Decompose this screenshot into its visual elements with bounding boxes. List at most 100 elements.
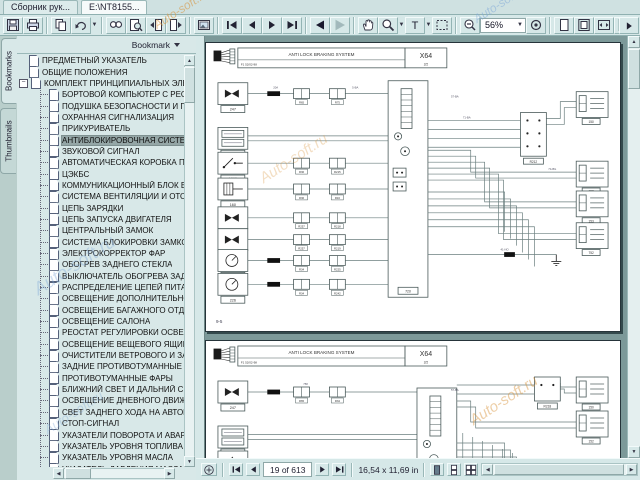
textsel-dropdown-arrow[interactable]: ▼	[425, 17, 432, 34]
page-icon	[49, 179, 59, 191]
bookmarks-vertical-scrollbar[interactable]	[184, 55, 195, 467]
print-button[interactable]	[23, 17, 43, 34]
navfirst-button[interactable]	[222, 17, 242, 34]
bookmark-item[interactable]: ЦЭКБС	[17, 168, 184, 179]
pageprev-button[interactable]	[146, 17, 166, 34]
pagefit-button[interactable]	[574, 17, 594, 34]
bookmark-item[interactable]: БОРТОВОЙ КОМПЬЮТЕР С РЕОС	[17, 89, 184, 100]
histback-button[interactable]	[310, 17, 330, 34]
imagetool-button[interactable]	[194, 17, 214, 34]
bookmark-item[interactable]: ЦЕПЬ ЗАРЯДКИ	[17, 202, 184, 213]
document-scroll-right-button[interactable]: ▶	[626, 464, 637, 475]
bookmark-item[interactable]: ПРОТИВОТУМАННЫЕ ФАРЫ	[17, 373, 184, 384]
continuous-layout-button[interactable]	[447, 463, 461, 476]
save-button[interactable]	[3, 17, 23, 34]
bookmarks-scroll-up-button[interactable]: ▲	[184, 55, 195, 66]
bookmark-item[interactable]: ОХРАННАЯ СИГНАЛИЗАЦИЯ	[17, 112, 184, 123]
pagenext-button[interactable]	[166, 17, 186, 34]
bookmarks-horizontal-scroll-thumb[interactable]	[65, 468, 91, 479]
bookmark-item[interactable]: ЭЛЕКТРОКОРРЕКТОР ФАР	[17, 248, 184, 259]
bookmark-item[interactable]: ОСВЕЩЕНИЕ ВЕЩЕВОГО ЯЩИКА	[17, 339, 184, 350]
bookmark-item[interactable]: УКАЗАТЕЛЬ УРОВНЯ МАСЛА	[17, 452, 184, 463]
bookmarks-panel-header[interactable]: Bookmark	[17, 36, 196, 54]
bookmark-item[interactable]: ОБЩИЕ ПОЛОЖЕНИЯ	[17, 66, 184, 77]
bookmark-item[interactable]: ОСВЕЩЕНИЕ САЛОНА	[17, 316, 184, 327]
side-tab-bookmarks[interactable]: Bookmarks	[1, 38, 17, 104]
bookmarks-scroll-right-button[interactable]: ▶	[164, 468, 175, 479]
page-mode-button[interactable]	[201, 463, 217, 476]
bookmark-item[interactable]: ПРЕДМЕТНЫЙ УКАЗАТЕЛЬ	[17, 55, 184, 66]
document-tab-0[interactable]: Сборник рук...	[3, 0, 78, 14]
bookmark-item[interactable]: ЦЕНТРАЛЬНЫЙ ЗАМОК	[17, 225, 184, 236]
bookmark-item[interactable]: СИСТЕМА ВЕНТИЛЯЦИИ И ОТОП	[17, 191, 184, 202]
copy-button[interactable]	[51, 17, 71, 34]
bookmark-item[interactable]: СИСТЕМА БЛОКИРОВКИ ЗАМКОВ	[17, 237, 184, 248]
document-horizontal-scroll-thumb[interactable]	[494, 464, 624, 475]
bookmark-item[interactable]: ОСВЕЩЕНИЕ ДНЕВНОГО ДВИЖЕ	[17, 395, 184, 406]
facing-layout-button[interactable]	[464, 463, 478, 476]
find-button[interactable]	[106, 17, 126, 34]
status-last-page-button[interactable]	[332, 463, 346, 476]
hand-button[interactable]	[358, 17, 378, 34]
pagewidth-button[interactable]	[594, 17, 614, 34]
bookmarks-vertical-scroll-thumb[interactable]	[184, 67, 195, 103]
zoom-level-combo[interactable]: 56%▼	[480, 18, 526, 33]
bookmark-item[interactable]: РЕОСТАТ РЕГУЛИРОВКИ ОСВЕЩ	[17, 327, 184, 338]
undo-button[interactable]	[71, 17, 91, 34]
zoomtarget-button[interactable]	[526, 17, 546, 34]
gfxsel-button[interactable]	[432, 17, 452, 34]
zoomtool-dropdown-arrow[interactable]: ▼	[398, 17, 405, 34]
bookmark-item[interactable]: ОСВЕЩЕНИЕ БАГАЖНОГО ОТДЕ.	[17, 305, 184, 316]
bookmark-item[interactable]: ОСВЕЩЕНИЕ ДОПОЛНИТЕЛЬНОГ	[17, 293, 184, 304]
bookmark-item[interactable]: ЗВУКОВОЙ СИГНАЛ	[17, 146, 184, 157]
side-tab-thumbnails[interactable]: Thumbnails	[0, 108, 16, 174]
bookmark-item[interactable]: РАСПРЕДЕЛЕНИЕ ЦЕПЕЙ ПИТАН	[17, 282, 184, 293]
navlast-button[interactable]	[282, 17, 302, 34]
bookmark-item[interactable]: АНТИБЛОКИРОВОЧНАЯ СИСТЕМА	[17, 134, 184, 145]
document-scroll-left-button[interactable]: ◀	[482, 464, 493, 475]
bookmark-item[interactable]: ОЧИСТИТЕЛИ ВЕТРОВОГО И ЗАД	[17, 350, 184, 361]
single-page-layout-button[interactable]	[430, 463, 444, 476]
search-button[interactable]	[126, 17, 146, 34]
bookmark-item[interactable]: БЛИЖНИЙ СВЕТ И ДАЛЬНИЙ СВЕ	[17, 384, 184, 395]
zoomtool-button[interactable]	[378, 17, 398, 34]
bookmark-item[interactable]: ЦЕПЬ ЗАПУСКА ДВИГАТЕЛЯ	[17, 214, 184, 225]
bookmarks-scroll-down-button[interactable]: ▼	[184, 456, 195, 467]
document-vertical-scroll-thumb[interactable]	[628, 49, 640, 89]
bookmark-item[interactable]: УКАЗАТЕЛЬ УРОВНЯ ТОПЛИВА	[17, 441, 184, 452]
bookmark-menu-label: Bookmark	[132, 40, 170, 50]
panel-splitter[interactable]	[196, 36, 205, 458]
bookmark-item[interactable]: УКАЗАТЕЛИ ПОВОРОТА И АВАРИ	[17, 429, 184, 440]
bookmark-item[interactable]: СВЕТ ЗАДНЕГО ХОДА НА АВТОМ	[17, 407, 184, 418]
bookmark-item[interactable]: ЗАДНИЕ ПРОТИВОТУМАННЫЕ Ф	[17, 361, 184, 372]
document-horizontal-scrollbar[interactable]: ◀ ▶	[481, 463, 638, 476]
bookmark-item[interactable]: ПОДУШКА БЕЗОПАСНОСТИ И ПР	[17, 100, 184, 111]
document-scroll-up-button[interactable]: ▲	[628, 36, 640, 48]
bookmark-item[interactable]: УКАЗАТЕЛЬ ДАВЛЕНИЯ МАСЛА	[17, 463, 184, 467]
zoomout-button[interactable]	[460, 17, 480, 34]
status-first-page-button[interactable]	[229, 463, 243, 476]
bookmark-item[interactable]: СТОП-СИГНАЛ	[17, 418, 184, 429]
bookmark-item[interactable]: АВТОМАТИЧЕСКАЯ КОРОБКА ПЕ	[17, 157, 184, 168]
toolbar-overflow-button[interactable]	[619, 17, 639, 34]
bookmark-item[interactable]: КОММУНИКАЦИОННЫЙ БЛОК В М	[17, 180, 184, 191]
undo-dropdown-arrow[interactable]: ▼	[91, 17, 98, 34]
status-next-page-button[interactable]	[315, 463, 329, 476]
bookmarks-scroll-left-button[interactable]: ◀	[53, 468, 64, 479]
bookmark-item[interactable]: ОБОГРЕВ ЗАДНЕГО СТЕКЛА	[17, 259, 184, 270]
page-number-box[interactable]: 19 of 613	[263, 462, 312, 477]
document-tab-1[interactable]: E:\NT8155...	[81, 0, 148, 14]
pageactual-button[interactable]	[554, 17, 574, 34]
prev-page-icon	[248, 464, 259, 475]
collapse-expander-icon[interactable]: −	[19, 79, 28, 88]
document-vertical-scrollbar[interactable]: ▲ ▼	[627, 36, 640, 458]
bookmark-item[interactable]: ПРИКУРИВАТЕЛЬ	[17, 123, 184, 134]
status-prev-page-button[interactable]	[246, 463, 260, 476]
navprev-button[interactable]	[242, 17, 262, 34]
histfwd-button[interactable]	[330, 17, 350, 34]
bookmark-item[interactable]: ВЫКЛЮЧАТЕЛЬ ОБОГРЕВА ЗАД	[17, 271, 184, 282]
document-scroll-down-button[interactable]: ▼	[628, 446, 640, 458]
textsel-button[interactable]: T	[405, 17, 425, 34]
navnext-button[interactable]	[262, 17, 282, 34]
bookmark-item[interactable]: −КОМПЛЕКТ ПРИНЦИПИАЛЬНЫХ ЭЛЕ	[17, 78, 184, 89]
